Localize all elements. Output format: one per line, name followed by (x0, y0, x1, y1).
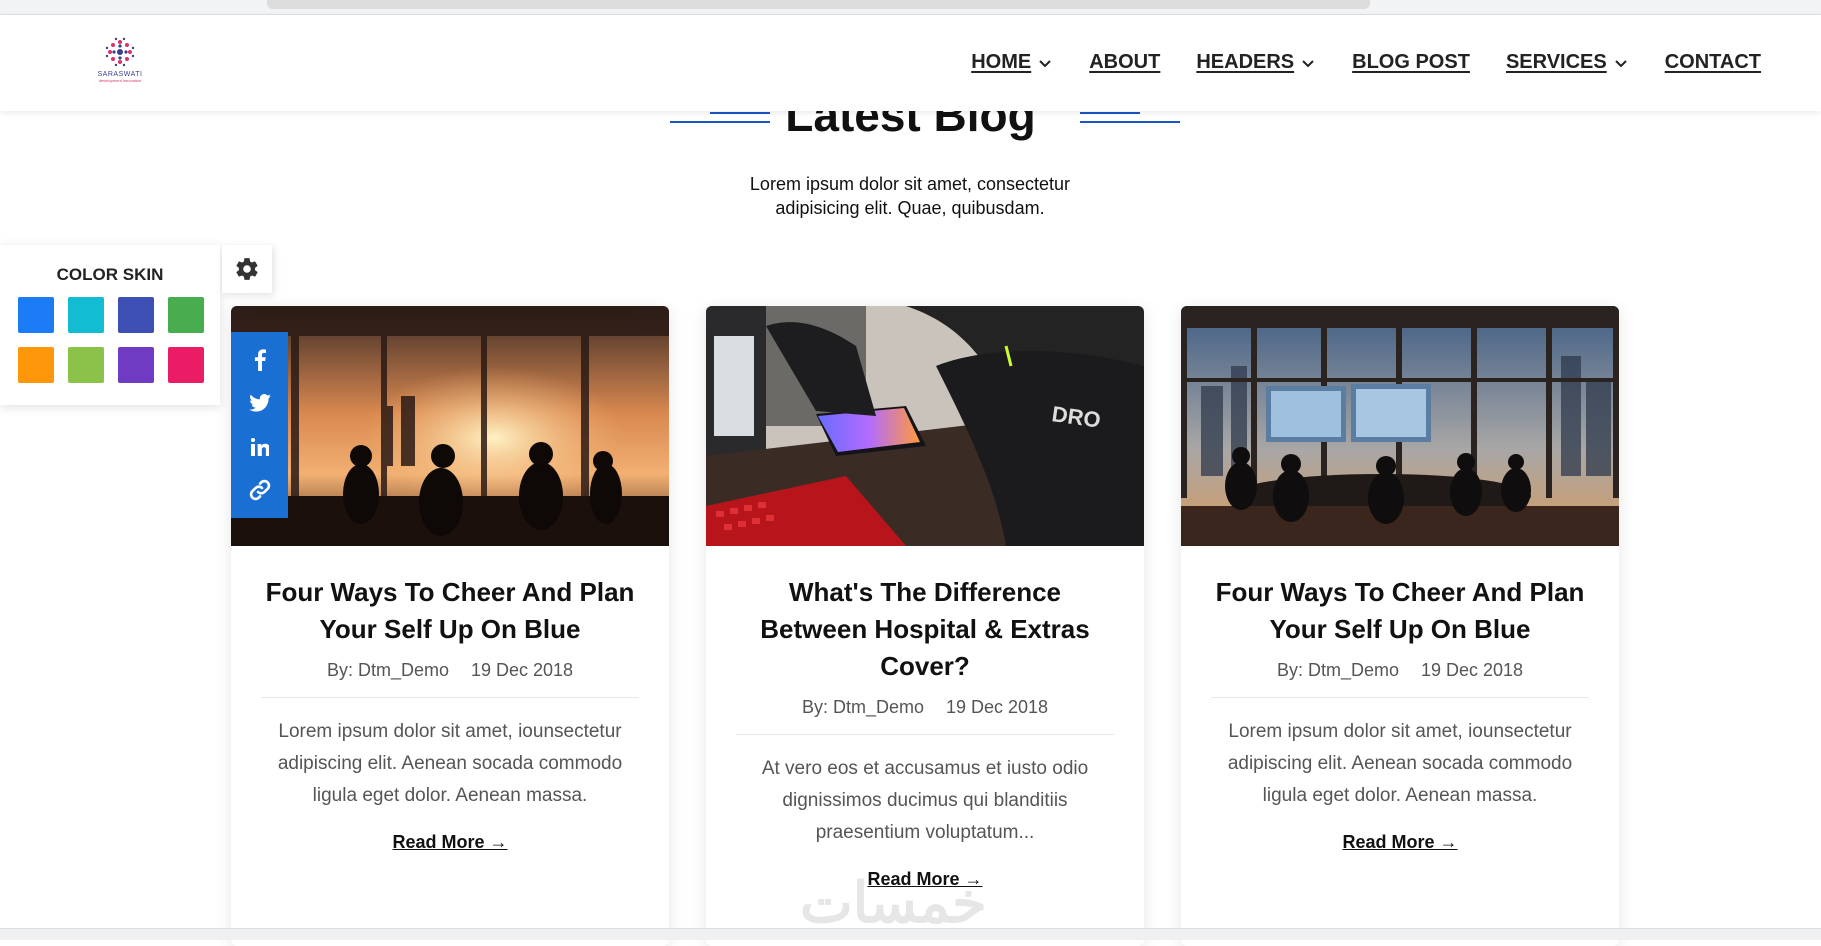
browser-top-strip (0, 0, 1821, 15)
blog-card-meta: By: Dtm_Demo 19 Dec 2018 (1211, 660, 1589, 698)
nav-about-label: ABOUT (1089, 51, 1161, 73)
blog-card-excerpt: At vero eos et accusamus et iusto odio d… (761, 758, 1089, 843)
section-subtitle: Lorem ipsum dolor sit amet, consectetur … (749, 174, 1071, 218)
logo-mandala-icon (105, 37, 135, 67)
logo-tagline: development innovation (98, 78, 142, 83)
gear-icon (236, 258, 258, 280)
blog-card-meta: By: Dtm_Demo 19 Dec 2018 (261, 660, 639, 698)
blog-card-date: 19 Dec 2018 (470, 660, 574, 680)
swatch-blue[interactable] (18, 297, 54, 333)
chevron-down-icon (1615, 59, 1627, 67)
blog-card: Four Ways To Cheer And Plan Your Self Up… (231, 306, 669, 946)
color-skin-panel: COLOR SKIN (0, 245, 220, 405)
office-city-image (1181, 306, 1619, 546)
color-swatches (18, 297, 204, 383)
blog-card-excerpt: Lorem ipsum dolor sit amet, iounsectetur… (277, 721, 623, 806)
facebook-icon[interactable] (248, 348, 272, 372)
swatch-pink[interactable] (168, 347, 204, 383)
blog-card-excerpt: Lorem ipsum dolor sit amet, iounsectetur… (1227, 721, 1573, 806)
main-nav: HOME ABOUT HEADERS BLOG POST SERVICES CO… (935, 51, 1761, 74)
logo-name: SARASWATI (97, 71, 143, 78)
color-skin-title: COLOR SKIN (56, 265, 164, 284)
swatch-purple[interactable] (118, 347, 154, 383)
swatch-orange[interactable] (18, 347, 54, 383)
blog-card-date: 19 Dec 2018 (945, 697, 1049, 717)
nav-services[interactable]: SERVICES (1506, 51, 1629, 74)
swatch-cyan[interactable] (68, 297, 104, 333)
linkedin-icon[interactable] (248, 435, 272, 459)
twitter-icon[interactable] (248, 391, 272, 415)
read-more-link[interactable]: Read More → (1342, 832, 1457, 853)
blog-card-body: What's The Difference Between Hospital &… (706, 574, 1144, 890)
nav-headers[interactable]: HEADERS (1196, 51, 1316, 74)
meeting-sunset-image (231, 306, 669, 546)
site-header: SARASWATI development innovation HOME AB… (0, 15, 1821, 111)
blog-card-image-office-city[interactable] (1181, 306, 1619, 546)
nav-home[interactable]: HOME (971, 51, 1053, 74)
blog-card-author[interactable]: By: Dtm_Demo (802, 697, 924, 717)
share-bar (231, 332, 288, 518)
browser-address-bar[interactable] (267, 0, 1370, 9)
chevron-down-icon (1302, 59, 1314, 67)
blog-card-title[interactable]: What's The Difference Between Hospital &… (736, 574, 1114, 685)
blog-card-author[interactable]: By: Dtm_Demo (327, 660, 449, 680)
blog-card-image-meeting-sunset[interactable] (231, 306, 669, 546)
color-skin-toggle[interactable] (222, 245, 272, 293)
gamer-keyboard-image: DRO (706, 306, 1144, 546)
blog-card-body: Four Ways To Cheer And Plan Your Self Up… (1181, 574, 1619, 853)
nav-about[interactable]: ABOUT (1089, 51, 1160, 74)
browser-bottom-strip (0, 928, 1821, 940)
blog-card-image-gamer-keyboard[interactable]: DRO (706, 306, 1144, 546)
blog-card-body: Four Ways To Cheer And Plan Your Self Up… (231, 574, 669, 853)
chevron-down-icon (1039, 59, 1051, 67)
nav-services-label: SERVICES (1505, 51, 1607, 73)
swatch-lime[interactable] (68, 347, 104, 383)
blog-card: DRO What's The Difference Between Hospit… (706, 306, 1144, 946)
blog-card-date: 19 Dec 2018 (1420, 660, 1524, 680)
nav-blog-post-label: BLOG POST (1352, 51, 1470, 73)
blog-card-author[interactable]: By: Dtm_Demo (1277, 660, 1399, 680)
blog-card-title[interactable]: Four Ways To Cheer And Plan Your Self Up… (1211, 574, 1589, 648)
nav-contact[interactable]: CONTACT (1665, 51, 1761, 74)
swatch-green[interactable] (168, 297, 204, 333)
site-logo[interactable]: SARASWATI development innovation (92, 37, 148, 89)
swatch-indigo[interactable] (118, 297, 154, 333)
read-more-link[interactable]: Read More → (392, 832, 507, 853)
watermark-logo: خمسات (800, 871, 987, 934)
blog-card-title[interactable]: Four Ways To Cheer And Plan Your Self Up… (261, 574, 639, 648)
nav-blog-post[interactable]: BLOG POST (1352, 51, 1470, 74)
nav-home-label: HOME (971, 51, 1032, 73)
blog-card-meta: By: Dtm_Demo 19 Dec 2018 (736, 697, 1114, 735)
nav-headers-label: HEADERS (1196, 51, 1295, 73)
nav-contact-label: CONTACT (1664, 51, 1761, 73)
blog-card: Four Ways To Cheer And Plan Your Self Up… (1181, 306, 1619, 946)
link-icon[interactable] (248, 478, 272, 502)
